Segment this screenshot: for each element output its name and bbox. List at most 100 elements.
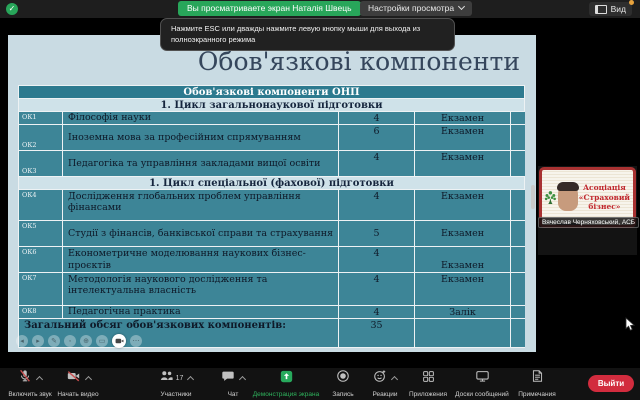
layout-view-icon <box>594 4 607 14</box>
meeting-top-bar: ✓ Вы просматриваете экран Наталія Швець … <box>0 0 640 18</box>
slide-title: Обов'язкові компоненти <box>197 47 520 76</box>
video-icon-row <box>66 371 92 386</box>
leave-button[interactable]: Выйти <box>588 375 634 392</box>
mic-icon <box>18 369 32 388</box>
course-code-cell: ОК8 <box>19 306 63 319</box>
share-button[interactable]: Демонстрация экрана <box>246 370 326 398</box>
course-extra-cell <box>511 273 525 306</box>
mic-icon-row <box>18 369 44 388</box>
participants-icon <box>159 369 174 388</box>
table-row-ок3: ОК3 Педагогіка та управління закладами ви… <box>19 151 525 177</box>
whiteboard-label: Доски сообщений <box>455 391 509 398</box>
course-extra-cell <box>511 151 525 177</box>
participants-icon-row: 17 <box>159 369 195 388</box>
course-name-cell: Педагогіка та управління закладами вищої… <box>63 151 339 177</box>
course-code-cell: ОК6 <box>19 247 63 273</box>
reactions-caret-icon[interactable] <box>390 375 399 384</box>
course-code-cell: ОК3 <box>19 151 63 177</box>
course-exam-cell: Екзамен <box>415 151 511 177</box>
course-credits-cell: 4 <box>339 306 415 319</box>
whiteboard-button[interactable]: Доски сообщений <box>454 371 510 398</box>
notes-icon <box>531 369 544 388</box>
association-logo-text: Асоціація «Страховий бізнес» <box>578 182 630 212</box>
course-exam-cell: Екзамен <box>415 190 511 221</box>
meeting-toolbar: Выйти Включить звук Начать видео 17 Участни… <box>0 368 640 400</box>
video-button[interactable]: Начать видео <box>50 371 106 398</box>
record-label: Запись <box>332 391 354 398</box>
mic-caret-icon[interactable] <box>35 375 44 384</box>
zoom-security-shield-icon[interactable]: ✓ <box>6 3 18 15</box>
share-label: Демонстрация экрана <box>252 391 320 398</box>
section-title: 1. Цикл загальнонаукової підготовки <box>19 99 525 112</box>
laser-button[interactable]: ◦ <box>64 335 76 347</box>
course-name-cell: Філософія науки <box>63 112 339 125</box>
reactions-button[interactable]: Реакции <box>363 369 407 398</box>
participants-label: Участники <box>160 391 192 398</box>
reactions-icon-row <box>373 369 399 388</box>
shared-screen-slide: Обов'язкові компоненти Обов'язкові компо… <box>8 35 536 352</box>
chat-caret-icon[interactable] <box>238 375 247 384</box>
course-credits-cell: 4 <box>339 273 415 306</box>
course-code-cell: ОК2 <box>19 125 63 151</box>
screen-viewing-banner: Вы просматриваете экран Наталія Швець <box>178 1 361 16</box>
fullscreen-exit-toast: Нажмите ESC или дважды нажмите левую кно… <box>160 18 455 51</box>
mouse-cursor <box>625 317 636 331</box>
prev-slide-button[interactable]: ◂ <box>16 335 28 347</box>
mic-label: Включить звук <box>8 391 52 398</box>
course-exam-cell: Екзамен <box>415 125 511 151</box>
association-tree-logo <box>544 190 556 204</box>
chevron-down-icon <box>458 2 466 11</box>
notification-dot <box>629 0 634 5</box>
table-row-ок5: ОК5 Студії з фінансів, банківської справи… <box>19 221 525 247</box>
course-name-cell: Економетричне моделювання наукових бізне… <box>63 247 339 273</box>
presentation-controls: ◂ ▸ ✎ ◦ ⊕ ▭ ⋯ <box>16 334 142 348</box>
course-credits-cell: 4 <box>339 112 415 125</box>
hide-button[interactable]: ▭ <box>96 335 108 347</box>
table-row-section-5: 1. Цикл спеціальної (фахової) підготовки <box>19 177 525 190</box>
record-button[interactable]: Запись <box>321 370 365 398</box>
course-code-cell: ОК4 <box>19 190 63 221</box>
section-title: 1. Цикл спеціальної (фахової) підготовки <box>19 177 525 190</box>
course-exam-cell: Екзамен <box>415 247 511 273</box>
table-row-ок4: ОК4 Дослідження глобальних проблем управл… <box>19 190 525 221</box>
chat-label: Чат <box>227 391 239 398</box>
notes-button[interactable]: Примечания <box>514 369 560 398</box>
reactions-icon <box>373 369 387 388</box>
course-name-cell: Педагогічна практика <box>63 306 339 319</box>
view-settings-dropdown[interactable]: Настройки просмотра <box>360 1 473 16</box>
participants-button[interactable]: 17 Участники <box>144 371 208 398</box>
zoom-slide-button[interactable]: ⊕ <box>80 335 92 347</box>
course-extra-cell <box>511 112 525 125</box>
chat-icon-row <box>221 369 247 388</box>
view-button[interactable]: Вид <box>588 2 632 16</box>
apps-icon <box>422 370 435 388</box>
participant-name-tag: Вячеслав Черняховський, АСБ <box>538 217 640 228</box>
reactions-label: Реакции <box>372 391 398 398</box>
panel-collapse-handle[interactable] <box>531 185 535 209</box>
participants-caret-icon[interactable] <box>187 375 195 384</box>
total-credits-cell: 35 <box>339 319 415 348</box>
course-name-cell: Студії з фінансів, банківської справи та… <box>63 221 339 247</box>
share-icon <box>280 370 293 388</box>
total-exam-cell <box>415 319 511 348</box>
next-slide-button[interactable]: ▸ <box>32 335 44 347</box>
course-name-cell: Методологія наукового дослідження та інт… <box>63 273 339 306</box>
camera-button[interactable] <box>112 334 126 348</box>
apps-button[interactable]: Приложения <box>404 370 452 398</box>
pen-button[interactable]: ✎ <box>48 335 60 347</box>
course-credits-cell: 4 <box>339 151 415 177</box>
more-button[interactable]: ⋯ <box>130 335 142 347</box>
share-icon-row <box>280 370 293 388</box>
participant-video-tile[interactable]: Асоціація «Страховий бізнес» Вячеслав Че… <box>538 166 640 255</box>
course-code-cell: ОК7 <box>19 273 63 306</box>
video-caret-icon[interactable] <box>84 375 92 384</box>
table-row-section-1: 1. Цикл загальнонаукової підготовки <box>19 99 525 112</box>
table-title: Обов'язкові компоненти ОНП <box>19 86 525 99</box>
course-name-cell: Дослідження глобальних проблем управлінн… <box>63 190 339 221</box>
course-exam-cell: Екзамен <box>415 221 511 247</box>
onp-table: Обов'язкові компоненти ОНП 1. Цикл загаль… <box>18 85 525 348</box>
notes-label: Примечания <box>518 391 556 398</box>
course-credits-cell: 4 <box>339 247 415 273</box>
chat-icon <box>221 369 235 388</box>
course-code-cell: ОК5 <box>19 221 63 247</box>
